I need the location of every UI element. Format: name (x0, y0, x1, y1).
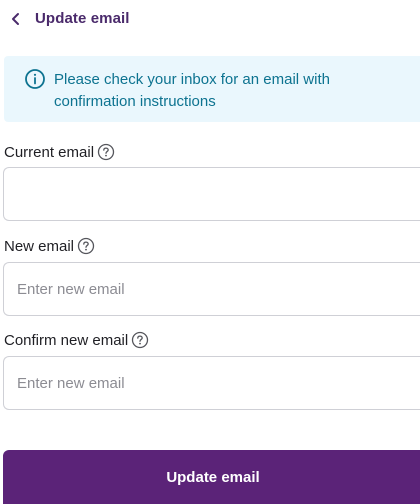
current-email-help-icon[interactable] (97, 143, 115, 161)
question-circle-icon (132, 331, 149, 349)
page-title: Update email (35, 10, 130, 27)
current-email-label-text: Current email (4, 143, 95, 161)
update-email-screen: Update email Please check your inbox for… (0, 0, 420, 504)
new-email-field[interactable] (3, 262, 420, 316)
current-email-input[interactable] (4, 168, 420, 220)
new-email-help-icon[interactable] (77, 237, 95, 255)
current-email-label: Current email (4, 143, 115, 161)
new-email-label: New email (4, 237, 95, 255)
info-icon (25, 69, 45, 89)
info-message: Please check your inbox for an email wit… (54, 71, 330, 110)
new-email-label-text: New email (4, 237, 75, 255)
question-circle-icon (77, 237, 95, 255)
confirm-email-help-icon[interactable] (131, 331, 149, 349)
new-email-input[interactable] (4, 263, 420, 315)
header-bar: Update email (0, 0, 420, 38)
current-email-field[interactable] (3, 167, 420, 221)
update-email-button[interactable]: Update email (3, 450, 420, 504)
info-banner: Please check your inbox for an email wit… (4, 56, 420, 122)
update-email-button-label: Update email (166, 468, 260, 486)
question-circle-icon (97, 143, 115, 161)
chevron-left-icon (12, 13, 19, 25)
confirm-email-input[interactable] (4, 357, 420, 409)
back-button[interactable] (4, 7, 28, 31)
confirm-email-field[interactable] (3, 356, 420, 410)
confirm-email-label-text: Confirm new email (4, 331, 129, 349)
confirm-email-label: Confirm new email (4, 331, 149, 349)
